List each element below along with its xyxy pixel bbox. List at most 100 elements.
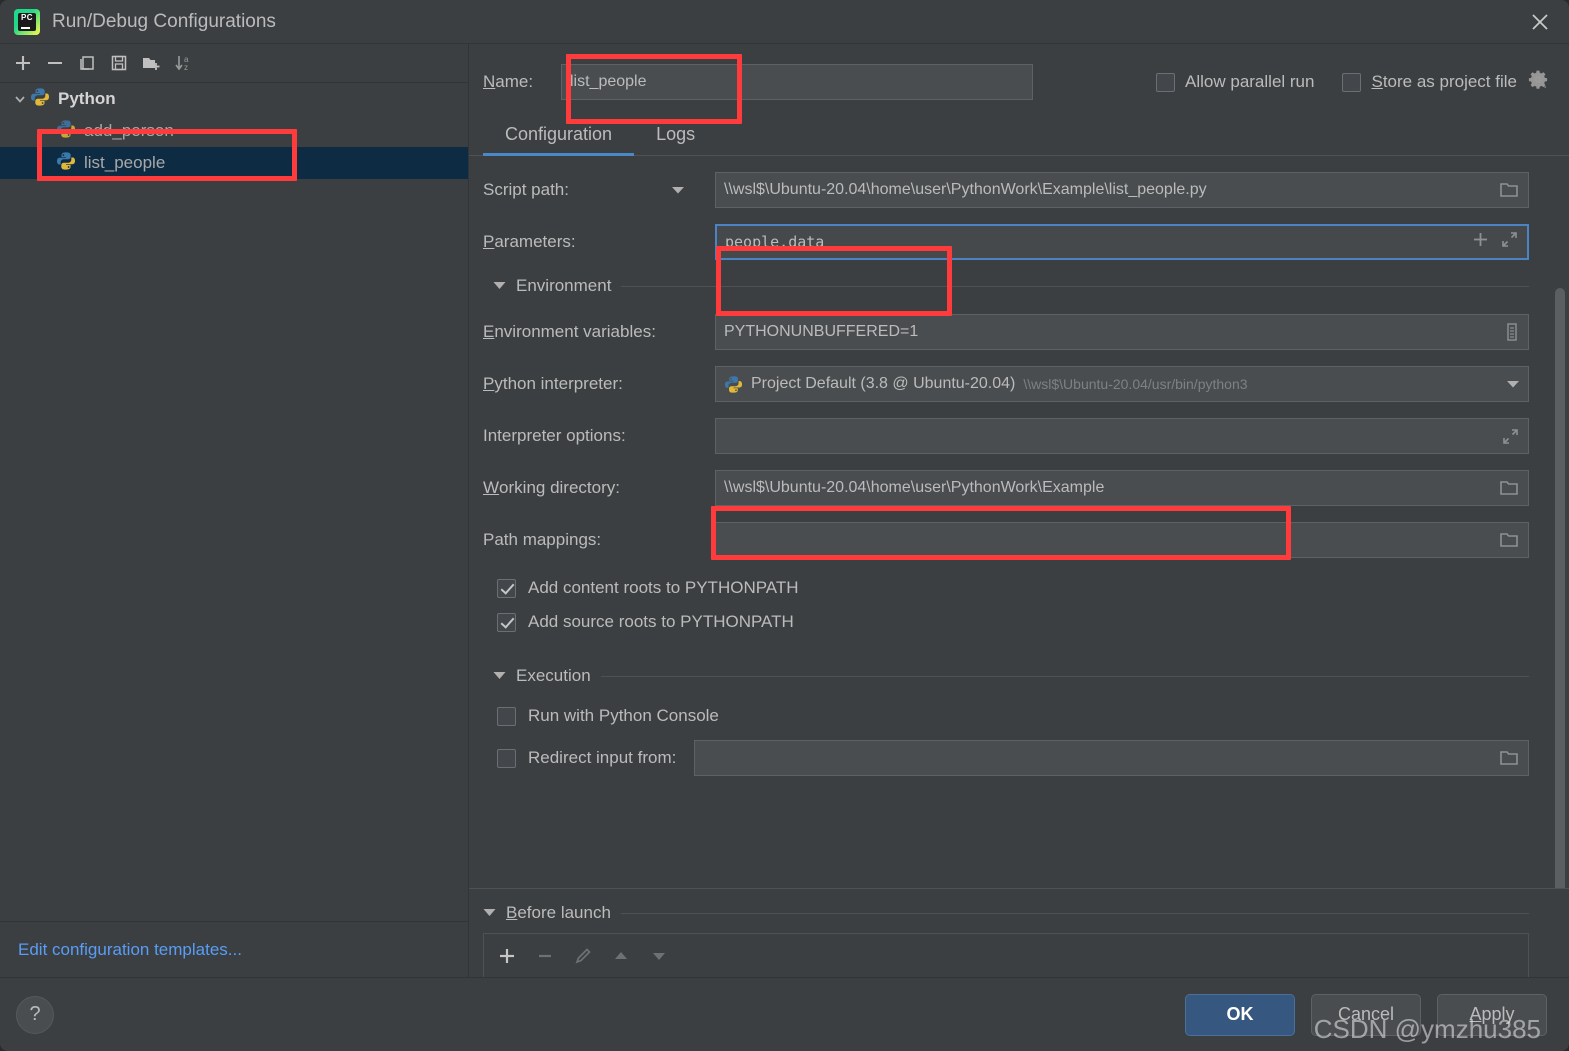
environment-variables-label: Environment variables: [483,322,656,341]
script-path-input[interactable]: \\wsl$\Ubuntu-20.04\home\user\PythonWork… [715,172,1529,208]
checkbox-box [497,578,516,598]
script-path-label: Script path: [483,180,715,200]
tree-group-python[interactable]: Python [0,83,468,115]
cancel-button[interactable]: Cancel [1311,993,1421,1036]
before-launch-add-button[interactable] [492,941,522,971]
python-interpreter-row: Python interpreter: Project Default (3.8… [483,366,1529,402]
before-launch-title: Before launch [506,903,611,922]
tab-configuration[interactable]: Configuration [483,118,635,156]
section-divider [620,912,1529,914]
chevron-down-icon[interactable] [10,89,30,109]
name-row: Name: list_people Allow parallel run Sto… [469,44,1569,100]
path-mappings-browse-button[interactable] [1492,531,1520,549]
allow-parallel-run-label: Allow parallel run [1185,72,1315,91]
script-path-row: Script path: \\wsl$\Ubuntu-20.04\home\us… [483,172,1529,208]
parameters-input[interactable]: people.data [715,224,1529,260]
name-input[interactable]: list_people [561,64,1033,100]
name-label: Name: [483,72,534,91]
dialog-body: a z Python add_person list_people Edit c… [0,44,1569,977]
scrollbar-thumb[interactable] [1555,288,1565,888]
tree-item-label: add_person [84,121,174,140]
run-with-python-console-checkbox[interactable]: Run with Python Console [497,706,1529,726]
environment-variables-input[interactable]: PYTHONUNBUFFERED=1 [715,314,1529,350]
add-source-roots-label: Add source roots to PYTHONPATH [528,612,794,631]
triangle-down-icon[interactable] [493,277,506,295]
script-path-browse-button[interactable] [1492,181,1520,199]
section-divider [600,675,1529,677]
add-content-roots-checkbox[interactable]: Add content roots to PYTHONPATH [497,578,1529,598]
interpreter-options-expand-button[interactable] [1493,427,1520,446]
configurations-tree: Python add_person list_people [0,83,468,921]
python-icon [56,151,76,176]
environment-variables-edit-button[interactable] [1496,322,1520,342]
execution-section-title: Execution [516,666,591,685]
store-as-project-file-label: Store as project file [1371,72,1517,91]
configuration-panel: Name: list_people Allow parallel run Sto… [469,44,1569,977]
header-checkbox-group: Allow parallel run Store as project file [1128,69,1549,96]
sidebar-toolbar: a z [0,44,468,83]
execution-section-header[interactable]: Execution [493,666,1529,686]
script-path-value: \\wsl$\Ubuntu-20.04\home\user\PythonWork… [724,181,1207,198]
remove-configuration-button[interactable] [40,48,70,78]
copy-configuration-button[interactable] [72,48,102,78]
redirect-input-from-checkbox[interactable] [497,748,516,768]
new-folder-button[interactable] [136,48,166,78]
help-button[interactable]: ? [16,995,54,1034]
save-configuration-button[interactable] [104,48,134,78]
working-directory-value: \\wsl$\Ubuntu-20.04\home\user\PythonWork… [724,479,1105,496]
before-launch-toolbar [483,933,1529,977]
interpreter-options-row: Interpreter options: [483,418,1529,454]
configuration-form: Script path: \\wsl$\Ubuntu-20.04\home\us… [469,156,1569,776]
working-directory-label: Working directory: [483,478,620,497]
tree-item-add-person[interactable]: add_person [0,115,468,147]
add-source-roots-checkbox[interactable]: Add source roots to PYTHONPATH [497,612,1529,632]
checkbox-box [497,706,516,726]
interpreter-options-input[interactable] [715,418,1529,454]
chevron-down-icon[interactable] [1498,380,1520,389]
before-launch-remove-button [530,941,560,971]
triangle-down-icon[interactable] [483,904,496,922]
python-interpreter-combobox[interactable]: Project Default (3.8 @ Ubuntu-20.04) \\w… [715,366,1529,402]
interpreter-options-label: Interpreter options: [483,426,626,445]
environment-variables-row: Environment variables: PYTHONUNBUFFERED=… [483,314,1529,350]
configurations-sidebar: a z Python add_person list_people Edit c… [0,44,469,977]
before-launch-edit-button [568,941,598,971]
close-icon[interactable] [1511,0,1569,44]
tab-logs[interactable]: Logs [634,118,717,155]
environment-section-header[interactable]: Environment [493,276,1529,296]
allow-parallel-run-checkbox[interactable]: Allow parallel run [1156,72,1314,92]
working-directory-input[interactable]: \\wsl$\Ubuntu-20.04\home\user\PythonWork… [715,470,1529,506]
run-debug-configurations-dialog: PC Run/Debug Configurations a z Python a… [0,0,1569,1051]
before-launch-move-down-button [644,941,674,971]
tree-item-label: Python [58,89,116,108]
working-directory-browse-button[interactable] [1492,479,1520,497]
edit-configuration-templates[interactable]: Edit configuration templates... [0,921,468,977]
path-mappings-row: Path mappings: [483,522,1529,558]
pycharm-logo-icon: PC [14,8,40,35]
form-vertical-scrollbar[interactable] [1555,248,1565,888]
run-with-python-console-label: Run with Python Console [528,706,719,725]
store-as-project-file-checkbox[interactable]: Store as project file [1342,72,1517,92]
redirect-input-from-input[interactable] [694,740,1529,776]
apply-button[interactable]: Apply [1437,993,1547,1036]
tree-item-label: list_people [84,153,166,172]
python-icon [724,375,743,394]
triangle-down-icon[interactable] [493,667,506,685]
chevron-down-icon[interactable] [671,180,685,200]
checkbox-box [497,612,516,632]
python-interpreter-path: \\wsl$\Ubuntu-20.04/usr/bin/python3 [1023,376,1248,392]
parameters-row: Parameters: people.data [483,224,1529,260]
before-launch-header[interactable]: Before launch [483,903,1529,923]
edit-configuration-templates-link[interactable]: Edit configuration templates... [18,940,242,960]
dialog-footer: ? OK Cancel Apply [0,977,1569,1051]
redirect-input-browse-button[interactable] [1492,749,1520,767]
ok-button[interactable]: OK [1185,993,1295,1036]
add-configuration-button[interactable] [8,48,38,78]
gear-icon[interactable] [1527,69,1549,96]
checkbox-box [1342,72,1362,92]
path-mappings-input[interactable] [715,522,1529,558]
tree-item-list-people[interactable]: list_people [0,147,468,179]
parameters-expand-button[interactable] [1500,230,1519,254]
parameters-add-macro-button[interactable] [1471,230,1490,254]
sort-configurations-button[interactable]: a z [168,48,198,78]
